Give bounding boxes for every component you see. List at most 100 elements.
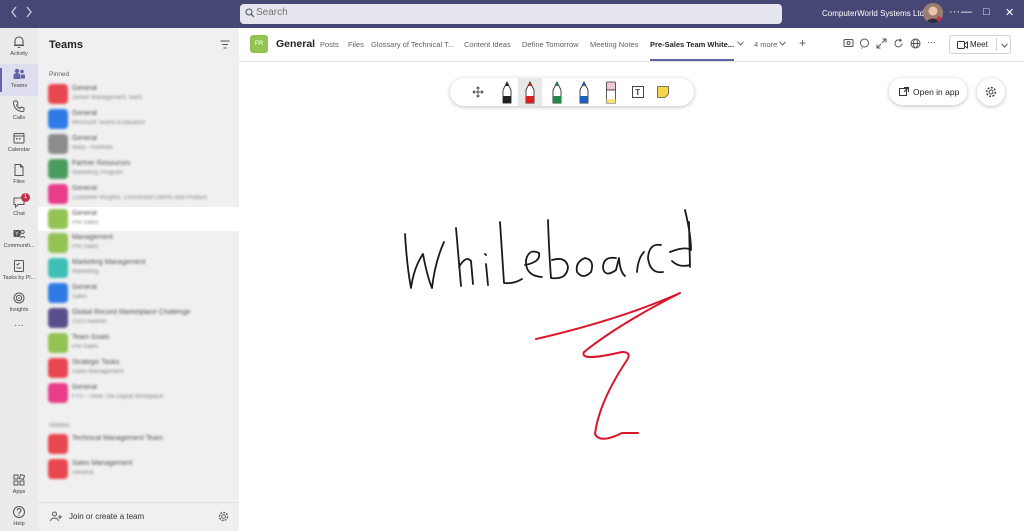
panel-title: Teams: [49, 39, 84, 51]
chevron-down-icon[interactable]: [1001, 43, 1008, 48]
team-item[interactable]: General FY3 - Think The Digital Workplace: [38, 381, 239, 405]
rail-item-calendar[interactable]: Calendar: [0, 128, 38, 160]
user-avatar[interactable]: [923, 3, 943, 23]
chevron-right-icon: [26, 6, 32, 18]
team-subtitle: Senior Management Team: [72, 95, 143, 101]
team-subtitle: 2023 Awards: [72, 319, 107, 326]
tab-define-tomorrow[interactable]: Define Tomorrow: [522, 40, 579, 49]
handwriting-whiteboard: [404, 209, 692, 289]
team-item[interactable]: General Pre-Sales: [38, 206, 239, 231]
team-name: Team Goals: [72, 334, 110, 341]
tab-files[interactable]: Files: [348, 40, 364, 49]
tab-content-ideas[interactable]: Content Ideas: [464, 40, 511, 49]
globe-icon[interactable]: [910, 38, 921, 49]
communities-icon: Y: [13, 229, 26, 239]
more-icon: ···: [14, 320, 24, 331]
team-item[interactable]: Marketing Management Marketing: [38, 256, 239, 280]
team-item[interactable]: General Sales: [38, 281, 239, 305]
team-subtitle: General: [72, 469, 94, 476]
rail-label: Apps: [12, 489, 26, 495]
maximize-button[interactable]: □: [983, 6, 990, 18]
conversation-icon[interactable]: [859, 38, 870, 49]
org-switcher[interactable]: ComputerWorld Systems Ltd ⌄: [822, 9, 933, 18]
rail-item-calls[interactable]: Calls: [0, 96, 38, 128]
team-subtitle: Sales: [72, 294, 88, 301]
rail-item-files[interactable]: Files: [0, 160, 38, 192]
file-icon: [14, 164, 24, 176]
team-avatar: PR: [250, 35, 268, 53]
tab-glossary[interactable]: Glossary of Technical T...: [371, 40, 454, 49]
expand-icon[interactable]: [876, 38, 887, 49]
whiteboard-canvas[interactable]: T Open in app: [239, 62, 1024, 531]
team-subtitle: Pre-Sales: [72, 244, 99, 251]
forward-button[interactable]: [22, 6, 36, 21]
team-name: Management: [72, 234, 113, 242]
minimize-button[interactable]: —: [961, 6, 972, 18]
join-or-create-team[interactable]: Join or create a team: [38, 502, 239, 531]
tab-more[interactable]: 4 more: [754, 40, 777, 49]
teams-panel: Teams Pinned General Senior Management Te…: [38, 28, 239, 531]
team-avatar: [48, 283, 68, 304]
team-item[interactable]: Partner Resources Marketing Program: [38, 157, 239, 181]
tab-meeting-notes[interactable]: Meeting Notes: [590, 40, 638, 49]
team-item[interactable]: Strategic Tasks Sales Management: [38, 356, 239, 380]
team-avatar: [48, 458, 68, 479]
profile-photo-icon: [923, 3, 943, 23]
team-avatar: [48, 208, 68, 229]
gear-icon[interactable]: [218, 511, 229, 522]
rail-item-tasks[interactable]: Tasks by Pl...: [0, 256, 38, 288]
search-input[interactable]: [256, 7, 756, 18]
team-avatar: [48, 108, 68, 129]
rail-label: Chat: [13, 211, 25, 217]
more-options-button[interactable]: ···: [927, 37, 936, 47]
rail-item-help[interactable]: Help: [0, 502, 38, 531]
rail-label: Teams: [10, 83, 28, 89]
tab-chat-icon[interactable]: [843, 38, 854, 49]
rail-label: Help: [13, 521, 25, 527]
team-item[interactable]: Technical Management Team: [38, 432, 239, 456]
team-item[interactable]: Sales Management General: [38, 457, 239, 481]
join-label: Join or create a team: [69, 512, 145, 521]
team-item[interactable]: Team Goals Pre-Sales: [38, 331, 239, 355]
rail-item-more[interactable]: ···: [0, 318, 38, 340]
team-item[interactable]: General Mary - Portfolio: [38, 132, 239, 156]
meet-button[interactable]: Meet: [949, 35, 1011, 54]
team-subtitle: Marketing: [72, 269, 99, 276]
rail-item-teams[interactable]: Teams: [0, 64, 38, 96]
chevron-down-icon[interactable]: [737, 41, 744, 46]
pinned-section-label: Pinned: [49, 71, 70, 78]
red-lightning-bolt-stroke: [535, 292, 681, 440]
back-button[interactable]: [7, 6, 21, 21]
search-box[interactable]: [240, 4, 782, 24]
refresh-icon[interactable]: [893, 38, 904, 49]
team-item[interactable]: Management Pre-Sales: [38, 231, 239, 255]
close-button[interactable]: ✕: [1005, 6, 1014, 19]
chevron-left-icon: [11, 6, 17, 18]
filter-icon[interactable]: [220, 40, 230, 49]
team-item[interactable]: General Microsoft Teams Evaluation: [38, 107, 239, 131]
bell-icon: [14, 36, 24, 49]
team-item[interactable]: General Senior Management Team: [38, 82, 239, 106]
rail-item-apps[interactable]: Apps: [0, 470, 38, 502]
team-avatar: [48, 233, 68, 254]
add-tab-button[interactable]: +: [799, 36, 806, 50]
rail-label: Tasks by Pl...: [2, 275, 36, 281]
team-avatar: [48, 183, 68, 204]
team-subtitle: Mary - Portfolio: [72, 144, 113, 151]
tab-whiteboard[interactable]: Pre-Sales Team White...: [650, 40, 734, 49]
team-subtitle: Customer Insights, Connected Clients and…: [72, 194, 207, 201]
team-subtitle: Marketing Program: [72, 169, 124, 176]
rail-item-activity[interactable]: Activity: [0, 32, 38, 64]
rail-label: Activity: [10, 51, 28, 57]
chat-badge: 1: [21, 193, 30, 202]
rail-item-insights[interactable]: Insights: [0, 288, 38, 320]
team-avatar: [48, 382, 68, 403]
more-options-button[interactable]: ···: [949, 6, 960, 18]
insights-icon: [13, 292, 25, 304]
tab-posts[interactable]: Posts: [320, 40, 339, 49]
rail-item-chat[interactable]: 1 Chat: [0, 192, 38, 224]
team-item[interactable]: General Customer Insights, Connected Clie…: [38, 182, 239, 206]
team-item[interactable]: Global Record Marketplace Challenge 2023 …: [38, 306, 239, 330]
more-tabs-chevron-icon[interactable]: [779, 41, 786, 46]
rail-item-communities[interactable]: Y Communiti...: [0, 224, 38, 256]
